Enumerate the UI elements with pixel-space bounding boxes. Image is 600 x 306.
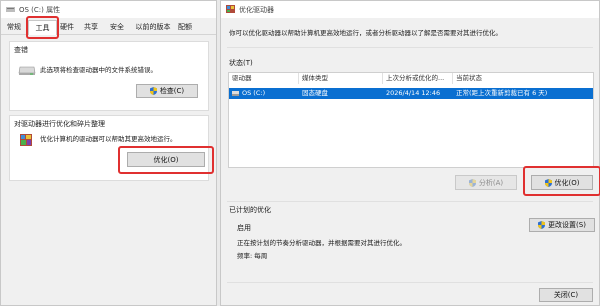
properties-title: OS (C:) 属性 bbox=[19, 6, 61, 14]
shield-icon bbox=[149, 87, 157, 95]
tab-sharing[interactable]: 共享 bbox=[81, 22, 101, 33]
optimize-drives-window: 优化驱动器 你可以优化驱动器以帮助计算机更高效地运行，或者分析驱动器以了解是否需… bbox=[220, 0, 600, 306]
optimize-titlebar: 优化驱动器 bbox=[221, 1, 599, 18]
col-media-type[interactable]: 媒体类型 bbox=[299, 73, 383, 84]
row-last: 2026/4/14 12:46 bbox=[386, 89, 441, 97]
defrag-icon bbox=[20, 134, 32, 146]
check-button[interactable]: 检查(C) bbox=[136, 84, 198, 98]
drive-row-selected[interactable]: OS (C:) 固态硬盘 2026/4/14 12:46 正常(距上次重新剪裁已… bbox=[229, 88, 593, 99]
row-drive: OS (C:) bbox=[242, 89, 266, 97]
intro-text: 你可以优化驱动器以帮助计算机更高效地运行，或者分析驱动器以了解是否需要对其进行优… bbox=[229, 29, 502, 37]
tab-quota[interactable]: 配额 bbox=[176, 22, 194, 33]
error-check-group: 查错 此选项将检查驱动器中的文件系统错误。 检查(C) bbox=[9, 41, 209, 111]
error-check-desc: 此选项将检查驱动器中的文件系统错误。 bbox=[40, 66, 157, 74]
drive-icon bbox=[18, 66, 36, 75]
analyze-shield-icon bbox=[468, 178, 476, 187]
analyze-button[interactable]: 分析(A) bbox=[455, 175, 517, 190]
app-icon bbox=[226, 5, 235, 13]
close-button-label: 关闭(C) bbox=[553, 291, 579, 299]
settings-shield-icon bbox=[538, 221, 546, 229]
drive-list[interactable]: 驱动器 媒体类型 上次分析或优化的... 当前状态 OS (C:) 固态硬盘 2… bbox=[228, 72, 594, 168]
check-button-label: 检查(C) bbox=[159, 87, 185, 95]
tab-general[interactable]: 常规 bbox=[5, 22, 23, 33]
close-button[interactable]: 关闭(C) bbox=[539, 288, 593, 302]
drive-title-icon bbox=[6, 7, 15, 12]
scheduled-heading: 已计划的优化 bbox=[229, 206, 271, 214]
col-drive[interactable]: 驱动器 bbox=[229, 73, 299, 84]
optimize-desc: 优化计算机的驱动器可以帮助其更高效地运行。 bbox=[40, 135, 177, 143]
scheduled-desc: 正在按计划的节奏分析驱动器，并根据需要对其进行优化。 bbox=[237, 239, 406, 247]
bottom-divider bbox=[227, 282, 593, 283]
tab-security[interactable]: 安全 bbox=[107, 22, 127, 33]
tab-hardware[interactable]: 硬件 bbox=[58, 22, 76, 33]
row-media: 固态硬盘 bbox=[302, 89, 328, 97]
error-check-heading: 查错 bbox=[14, 46, 28, 54]
drive-row-icon bbox=[232, 91, 239, 96]
optimize-heading: 对驱动器进行优化和碎片整理 bbox=[14, 120, 105, 128]
optimize-title: 优化驱动器 bbox=[239, 6, 274, 14]
tools-tab-highlight bbox=[26, 16, 59, 39]
scheduled-frequency: 频率: 每周 bbox=[237, 252, 268, 260]
status-label: 状态(T) bbox=[229, 59, 253, 67]
change-settings-button[interactable]: 更改设置(S) bbox=[529, 218, 595, 232]
optimize-button-highlight bbox=[523, 166, 600, 196]
scheduled-state: 启用 bbox=[237, 224, 251, 232]
col-last-run[interactable]: 上次分析或优化的... bbox=[383, 73, 453, 84]
left-optimize-highlight bbox=[118, 146, 214, 174]
top-divider bbox=[227, 47, 593, 48]
mid-divider bbox=[227, 201, 593, 202]
properties-window: OS (C:) 属性 常规 工具 硬件 共享 安全 以前的版本 配额 查错 此选… bbox=[0, 0, 217, 306]
change-settings-label: 更改设置(S) bbox=[548, 221, 586, 229]
analyze-button-label: 分析(A) bbox=[478, 178, 504, 187]
col-current-status[interactable]: 当前状态 bbox=[453, 73, 593, 84]
row-status: 正常(距上次重新剪裁已有 6 天) bbox=[456, 89, 548, 97]
tab-previous-versions[interactable]: 以前的版本 bbox=[133, 22, 173, 33]
